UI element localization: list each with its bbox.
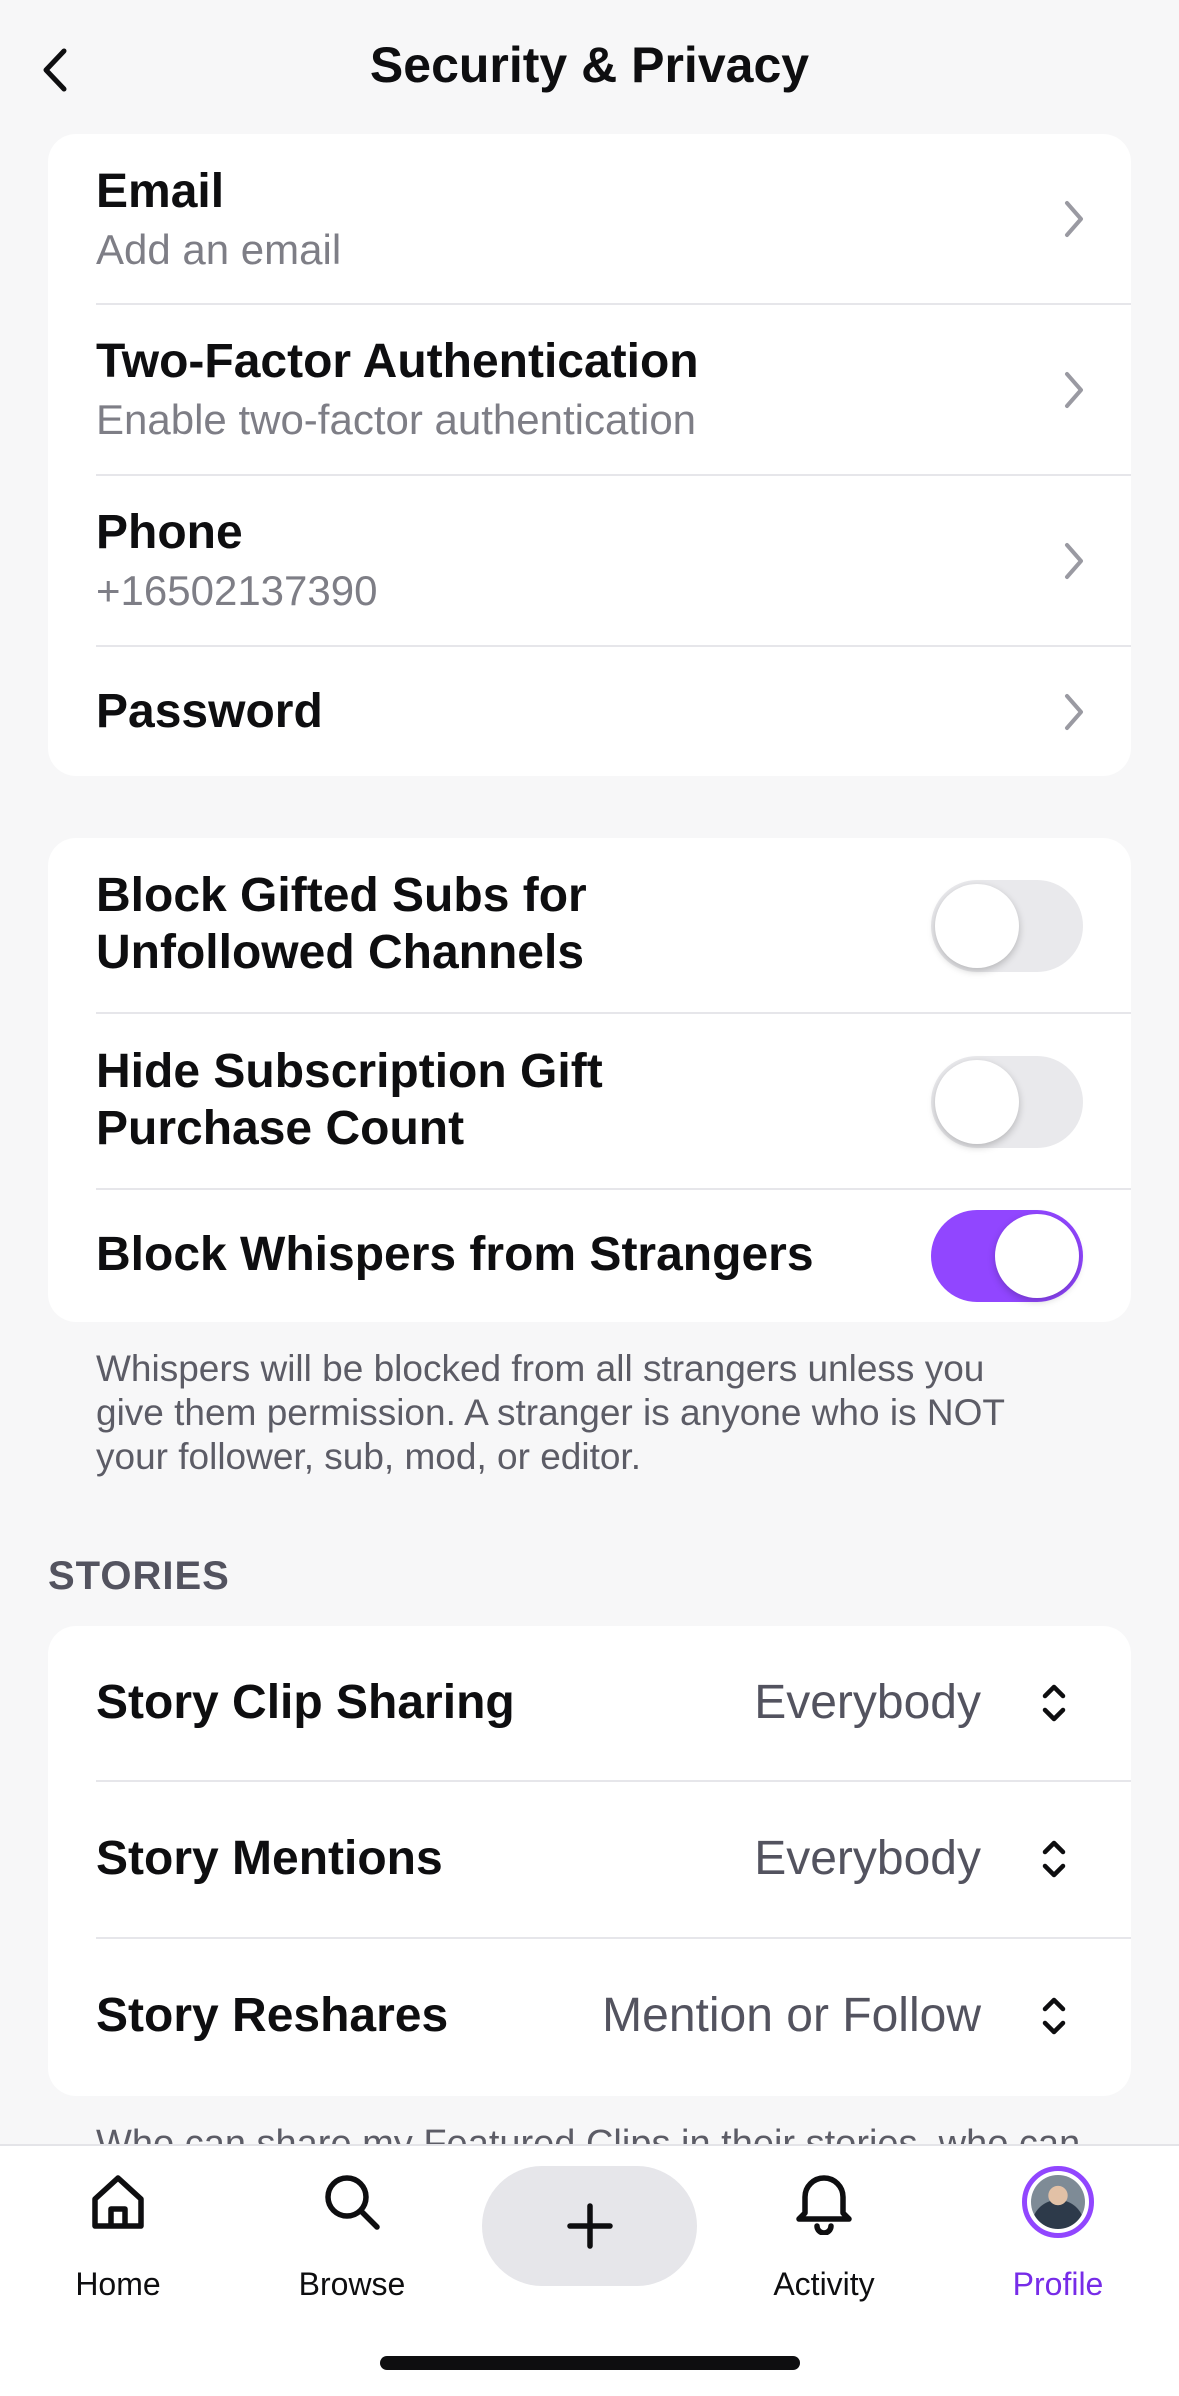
- chevron-right-icon: [1059, 539, 1089, 583]
- story-mentions-label: Story Mentions: [96, 1832, 443, 1885]
- hide-gift-count-row: Hide Subscription Gift Purchase Count: [48, 1014, 1131, 1190]
- create-button[interactable]: [482, 2166, 697, 2286]
- story-clip-sharing-row[interactable]: Story Clip Sharing Everybody: [48, 1626, 1131, 1781]
- stories-card: Story Clip Sharing Everybody Story Menti…: [48, 1626, 1131, 2096]
- stories-section-label: STORIES: [48, 1554, 230, 1598]
- two-factor-row[interactable]: Two-Factor Authentication Enable two-fac…: [48, 305, 1131, 475]
- tab-profile-label: Profile: [1012, 2266, 1104, 2302]
- story-mentions-row[interactable]: Story Mentions Everybody: [48, 1782, 1131, 1938]
- block-gifted-subs-label-line2: Unfollowed Channels: [96, 926, 585, 979]
- toggle-knob: [995, 1214, 1079, 1298]
- page-title: Security & Privacy: [369, 37, 810, 93]
- security-privacy-screen: Security & Privacy Email Add an email Tw…: [0, 0, 1179, 2396]
- account-card: Email Add an email Two-Factor Authentica…: [48, 134, 1131, 776]
- avatar-ring: [1022, 2166, 1094, 2238]
- whispers-note: Whispers will be blocked from all strang…: [96, 1347, 1096, 1479]
- tab-profile[interactable]: Profile: [958, 2166, 1158, 2316]
- hide-gift-count-toggle[interactable]: [931, 1056, 1083, 1148]
- story-clip-sharing-value: Everybody: [754, 1676, 981, 1729]
- plus-icon: [566, 2203, 613, 2249]
- email-subtitle: Add an email: [96, 226, 342, 273]
- phone-subtitle: +16502137390: [96, 567, 378, 614]
- phone-row[interactable]: Phone +16502137390: [48, 476, 1131, 646]
- hide-gift-count-label: Hide Subscription Gift: [96, 1045, 603, 1098]
- block-whispers-row: Block Whispers from Strangers: [48, 1190, 1131, 1322]
- chevron-right-icon: [1059, 368, 1089, 412]
- up-down-chevron-icon: [1039, 1834, 1069, 1884]
- password-row[interactable]: Password: [48, 647, 1131, 776]
- whispers-note-line2: give them permission. A stranger is anyo…: [96, 1392, 1005, 1433]
- block-gifted-subs-row: Block Gifted Subs for Unfollowed Channel…: [48, 838, 1131, 1014]
- whispers-note-line1: Whispers will be blocked from all strang…: [96, 1348, 985, 1389]
- search-icon: [316, 2166, 388, 2238]
- home-icon: [82, 2166, 154, 2238]
- privacy-card: Block Gifted Subs for Unfollowed Channel…: [48, 838, 1131, 1322]
- email-title: Email: [96, 165, 225, 218]
- header: Security & Privacy: [0, 0, 1179, 130]
- phone-title: Phone: [96, 506, 243, 559]
- hide-gift-count-label-line2: Purchase Count: [96, 1102, 465, 1155]
- chevron-right-icon: [1059, 690, 1089, 734]
- two-factor-subtitle: Enable two-factor authentication: [96, 396, 697, 443]
- bell-icon: [788, 2166, 860, 2238]
- tab-home[interactable]: Home: [18, 2166, 218, 2316]
- tab-home-label: Home: [75, 2266, 161, 2302]
- story-clip-sharing-label: Story Clip Sharing: [96, 1676, 515, 1729]
- story-reshares-label: Story Reshares: [96, 1989, 449, 2042]
- tab-browse-label: Browse: [298, 2266, 406, 2302]
- avatar: [1022, 2166, 1094, 2238]
- tab-browse[interactable]: Browse: [252, 2166, 452, 2316]
- block-whispers-label: Block Whispers from Strangers: [96, 1228, 814, 1281]
- tab-activity[interactable]: Activity: [724, 2166, 924, 2316]
- up-down-chevron-icon: [1039, 1678, 1069, 1728]
- whispers-note-line3: your follower, sub, mod, or editor.: [96, 1436, 641, 1477]
- toggle-knob: [935, 884, 1019, 968]
- email-row[interactable]: Email Add an email: [48, 134, 1131, 304]
- two-factor-title: Two-Factor Authentication: [96, 335, 699, 388]
- story-reshares-row[interactable]: Story Reshares Mention or Follow: [48, 1939, 1131, 2096]
- up-down-chevron-icon: [1039, 1991, 1069, 2041]
- password-title: Password: [96, 685, 323, 738]
- block-gifted-subs-label: Block Gifted Subs for: [96, 869, 587, 922]
- tab-activity-label: Activity: [773, 2266, 875, 2302]
- toggle-knob: [935, 1060, 1019, 1144]
- story-reshares-value: Mention or Follow: [602, 1989, 981, 2042]
- story-mentions-value: Everybody: [754, 1832, 981, 1885]
- chevron-right-icon: [1059, 197, 1089, 241]
- block-gifted-subs-toggle[interactable]: [931, 880, 1083, 972]
- block-whispers-toggle[interactable]: [931, 1210, 1083, 1302]
- home-indicator: [380, 2356, 800, 2370]
- avatar-image: [1031, 2175, 1085, 2229]
